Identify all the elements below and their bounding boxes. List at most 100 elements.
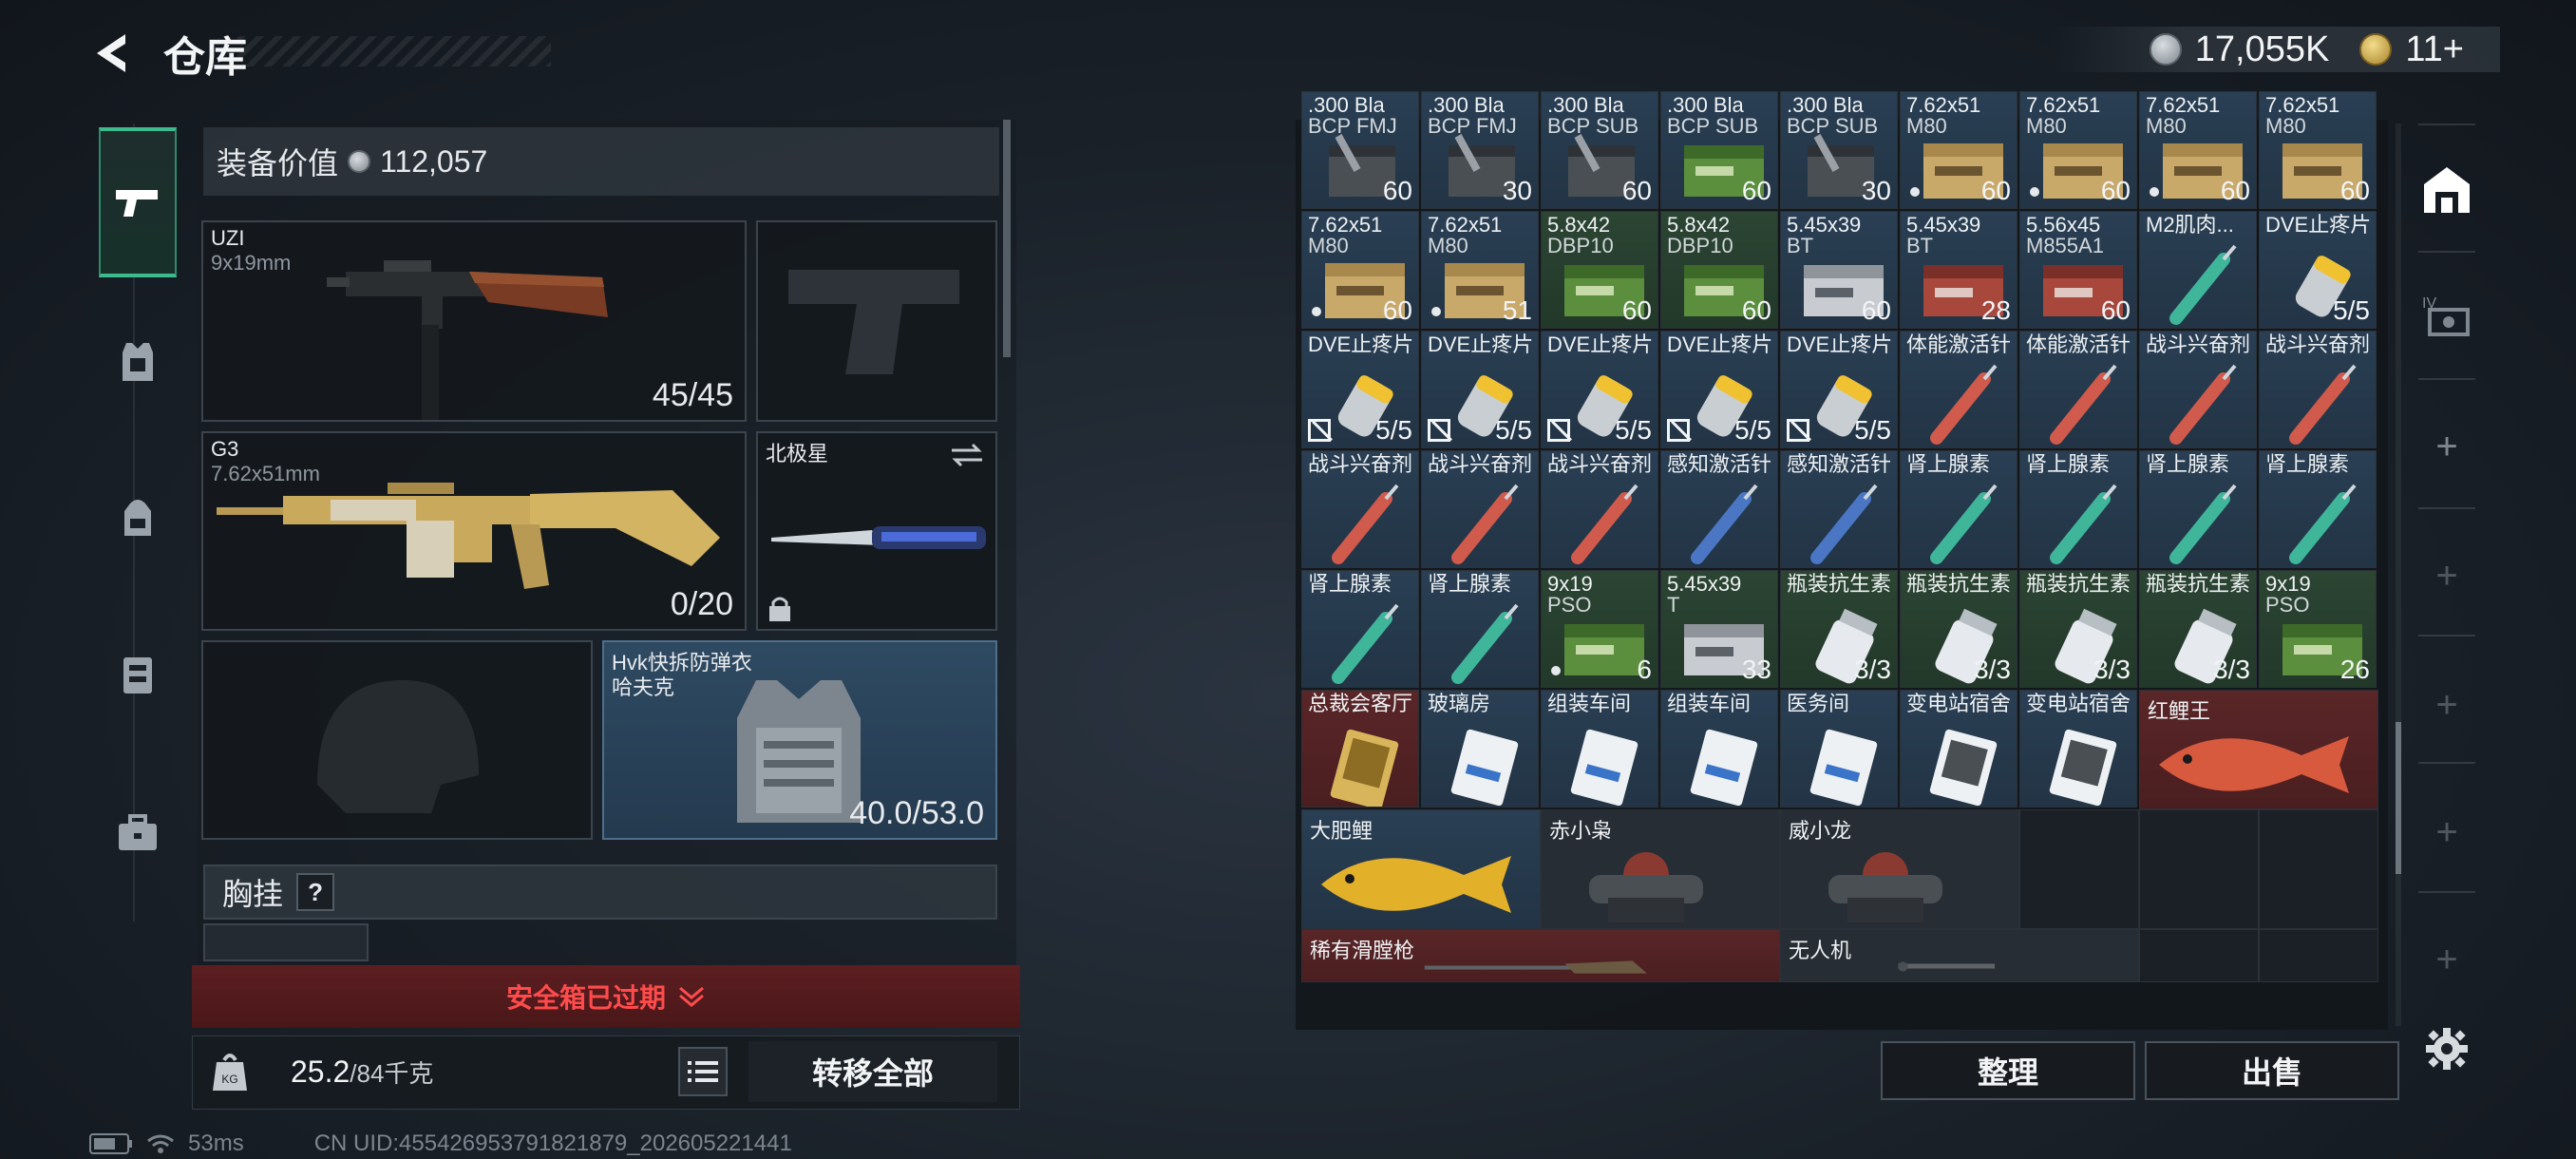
empty-slot[interactable] [2139,809,2259,929]
inventory-item[interactable]: 战斗兴奋剂 [1421,450,1539,568]
empty-slot[interactable] [2259,809,2378,929]
rail-backpack-tab[interactable] [99,479,177,557]
inventory-item-large[interactable]: 威小龙 [1780,809,2019,929]
empty-slot[interactable] [2139,929,2259,982]
inventory-item[interactable]: 医务间 [1780,690,1898,808]
inventory-item[interactable]: 7.62x51 M80 51 [1421,211,1539,329]
inventory-item[interactable]: 瓶装抗生素 3/3 [2139,570,2257,688]
add-storage-button-locked[interactable]: + [2420,933,2473,986]
inventory-item[interactable]: DVE止疼片 5/5 [1541,331,1658,448]
rail-armor-tab[interactable] [99,323,177,401]
inventory-item[interactable]: 9x19 PSO 26 [2259,570,2377,688]
warehouse-tab[interactable] [2420,163,2473,217]
armor-slot[interactable]: Hvk快拆防弹衣 哈夫克 40.0/53.0 [602,640,997,840]
inventory-item[interactable]: .300 Bla BCP FMJ 60 [1301,91,1419,209]
inventory-item[interactable]: 战斗兴奋剂 [1541,450,1658,568]
inventory-item[interactable]: 战斗兴奋剂 [2139,331,2257,448]
inventory-item-large[interactable]: 无人机 [1780,929,2139,982]
inventory-item[interactable]: .300 Bla BCP SUB 60 [1541,91,1658,209]
inventory-item[interactable]: 肾上腺素 [2019,450,2137,568]
inventory-item[interactable]: 变电站宿舍 [1900,690,2017,808]
inventory-item[interactable]: 瓶装抗生素 3/3 [1780,570,1898,688]
inventory-item[interactable]: 5.8x42 DBP10 60 [1541,211,1658,329]
inventory-item[interactable]: 5.56x45 M855A1 60 [2019,211,2137,329]
inventory-item[interactable]: DVE止疼片 5/5 [1421,331,1539,448]
inventory-item[interactable]: 体能激活针 [1900,331,2017,448]
inventory-item[interactable]: 玻璃房 [1421,690,1539,808]
primary-weapon-slot[interactable]: UZI 9x19mm 45/45 [201,220,747,422]
inventory-item[interactable]: M2肌肉... [2139,211,2257,329]
loaded-indicator [2150,187,2159,197]
inventory-scroll-track[interactable] [2396,124,2401,1026]
inventory-item[interactable]: 5.45x39 T 33 [1660,570,1778,688]
item-count: 60 [1741,295,1771,325]
item-count: 60 [1621,176,1652,205]
rig-slot-preview[interactable] [203,923,369,961]
safe-box-bar[interactable]: 安全箱已过期 [192,965,1020,1028]
inventory-item[interactable]: DVE止疼片 5/5 [2259,211,2377,329]
inventory-item[interactable]: DVE止疼片 5/5 [1660,331,1778,448]
expand-storage-button[interactable]: IV [2420,289,2473,342]
inventory-item[interactable]: 组装车间 [1541,690,1658,808]
sort-button[interactable]: 整理 [1881,1041,2135,1100]
inventory-item[interactable]: 肾上腺素 [1421,570,1539,688]
inventory-item[interactable]: DVE止疼片 5/5 [1301,331,1419,448]
inventory-item[interactable]: 战斗兴奋剂 [1301,450,1419,568]
inventory-item[interactable]: 肾上腺素 [1301,570,1419,688]
swap-icon[interactable] [950,441,984,469]
item-name: 战斗兴奋剂 [1547,452,1653,476]
transfer-all-button[interactable]: 转移全部 [748,1041,997,1102]
inventory-item-large[interactable]: 红鲤王 [2139,690,2378,809]
inventory-item-large[interactable]: 稀有滑膛枪 [1301,929,1780,982]
help-icon[interactable]: ? [296,873,335,911]
helmet-slot-empty[interactable] [201,640,593,840]
inventory-item[interactable]: 变电站宿舍 [2019,690,2137,808]
inventory-item[interactable]: 7.62x51 M80 60 [1301,211,1419,329]
inventory-item[interactable]: 瓶装抗生素 3/3 [1900,570,2017,688]
list-view-button[interactable] [678,1047,728,1096]
inventory-item[interactable]: 肾上腺素 [1900,450,2017,568]
inventory-item[interactable]: 战斗兴奋剂 [2259,331,2377,448]
loadout-scrollbar[interactable] [1003,120,1011,357]
inventory-item[interactable]: 感知激活针 [1780,450,1898,568]
inventory-item[interactable]: 瓶装抗生素 3/3 [2019,570,2137,688]
inventory-item[interactable]: 体能激活针 [2019,331,2137,448]
inventory-item-large[interactable]: 大肥鲤 [1301,809,1541,929]
settings-button[interactable] [2420,1022,2473,1075]
pistol-slot-empty[interactable] [756,220,997,422]
inventory-item[interactable]: 5.45x39 BT 60 [1780,211,1898,329]
empty-slot[interactable] [2019,809,2139,929]
rail-weapon-tab[interactable] [99,163,177,241]
add-storage-button-locked[interactable]: + [2420,549,2473,602]
inventory-item[interactable]: .300 Bla BCP FMJ 30 [1421,91,1539,209]
add-storage-button[interactable]: + [2420,420,2473,473]
add-storage-button-locked[interactable]: + [2420,678,2473,732]
add-storage-button-locked[interactable]: + [2420,806,2473,859]
inventory-item[interactable]: 7.62x51 M80 60 [2259,91,2377,209]
inventory-item[interactable]: 7.62x51 M80 60 [1900,91,2017,209]
inventory-item[interactable]: 总裁会客厅 [1301,690,1419,808]
gold-balance[interactable]: 11+ [2405,29,2464,70]
inventory-item[interactable]: 组装车间 [1660,690,1778,808]
inventory-item[interactable]: 5.45x39 BT 28 [1900,211,2017,329]
back-button[interactable] [87,28,137,78]
inventory-item[interactable]: 5.8x42 DBP10 60 [1660,211,1778,329]
inventory-item[interactable]: 感知激活针 [1660,450,1778,568]
inventory-item[interactable]: .300 Bla BCP SUB 60 [1660,91,1778,209]
sell-button[interactable]: 出售 [2145,1041,2399,1100]
inventory-item[interactable]: 肾上腺素 [2259,450,2377,568]
empty-slot[interactable] [2259,929,2378,982]
inventory-item[interactable]: 肾上腺素 [2139,450,2257,568]
melee-slot[interactable]: 北极星 [756,431,997,631]
inventory-item[interactable]: DVE止疼片 5/5 [1780,331,1898,448]
secondary-weapon-slot[interactable]: G3 7.62x51mm 0/20 [201,431,747,631]
rail-case-tab[interactable] [99,794,177,872]
inventory-item[interactable]: 9x19 PSO 6 [1541,570,1658,688]
inventory-scroll-thumb[interactable] [2396,722,2401,874]
chest-rig-row[interactable]: 胸挂 ? [203,864,997,920]
inventory-item[interactable]: 7.62x51 M80 60 [2139,91,2257,209]
inventory-item-large[interactable]: 赤小枭 [1541,809,1780,929]
inventory-item[interactable]: .300 Bla BCP SUB 30 [1780,91,1898,209]
rail-rig-tab[interactable] [99,636,177,714]
inventory-item[interactable]: 7.62x51 M80 60 [2019,91,2137,209]
